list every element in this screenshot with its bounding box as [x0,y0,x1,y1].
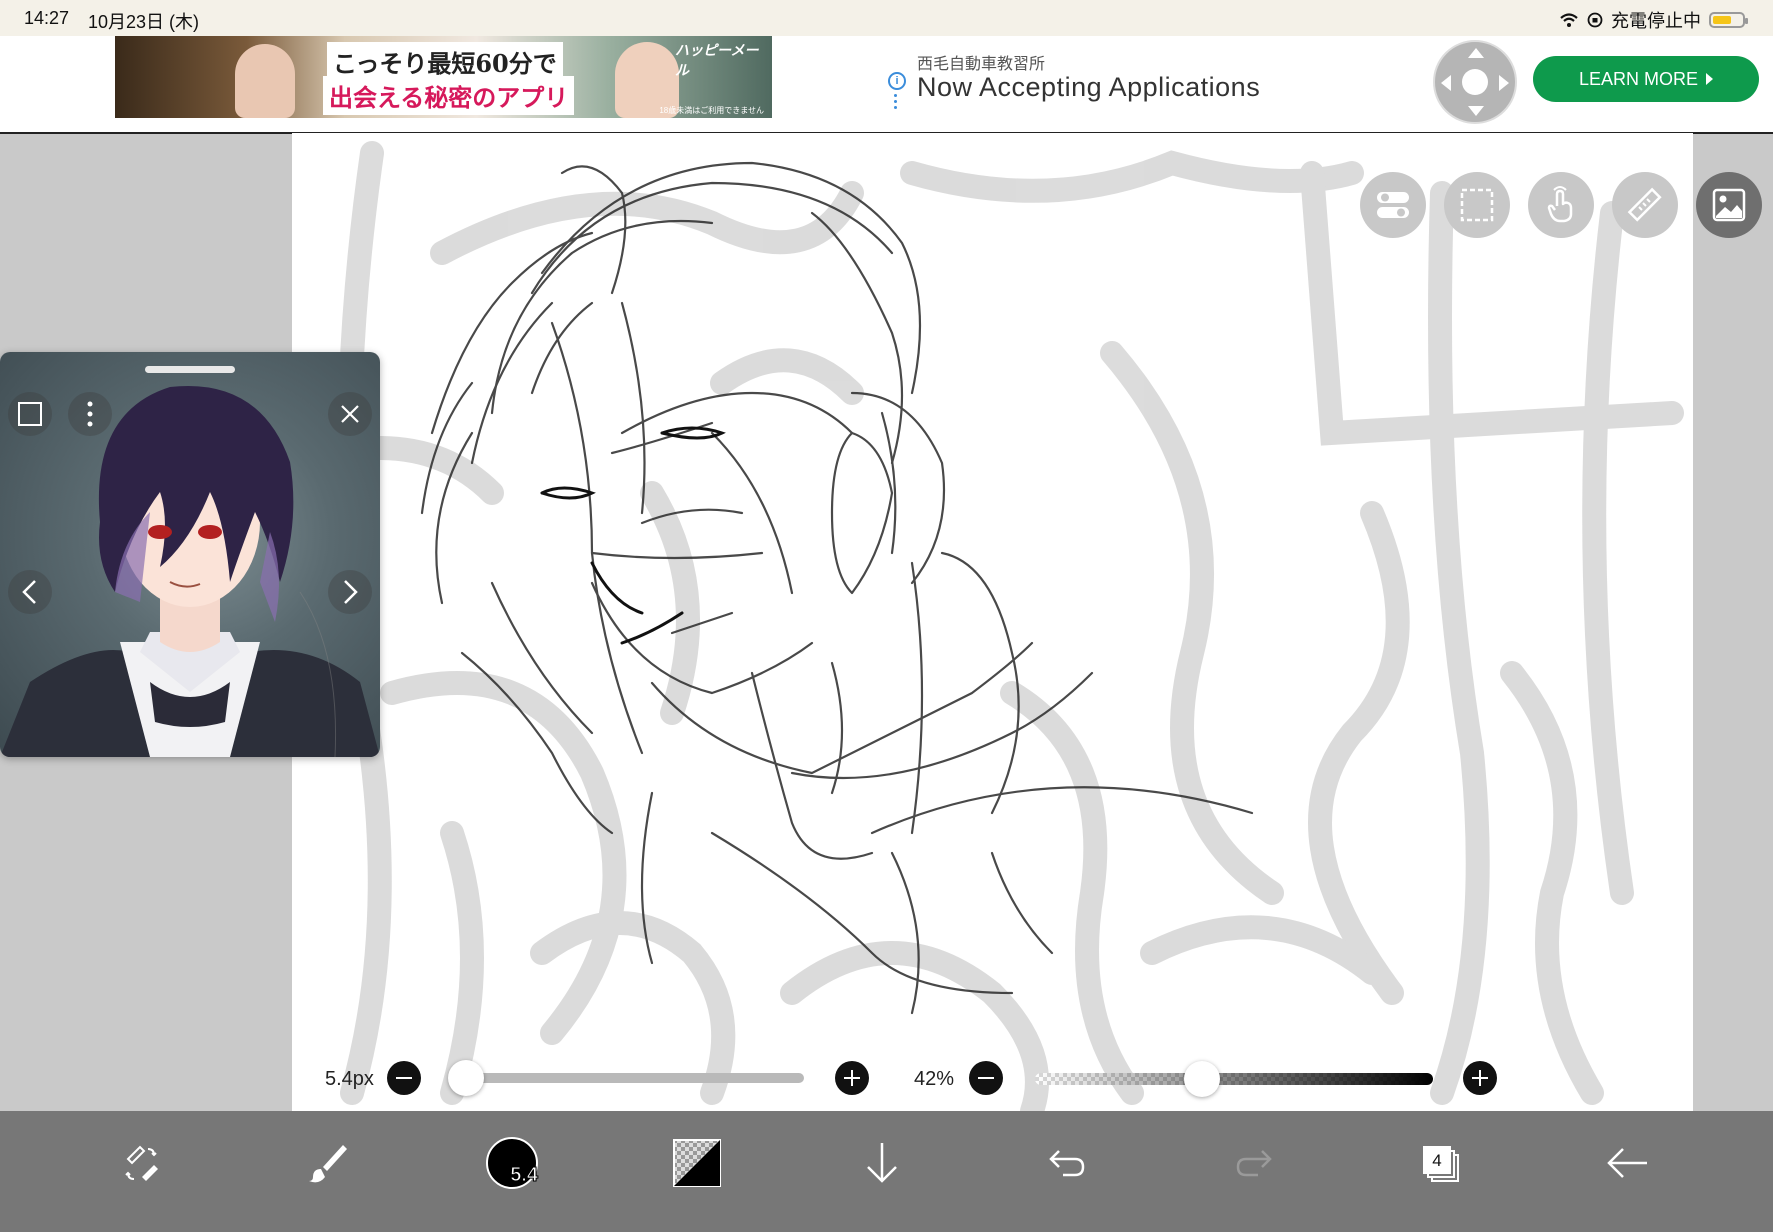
download-icon [867,1143,897,1183]
pen-eraser-swap-button[interactable] [110,1131,174,1195]
undo-icon [1049,1150,1085,1177]
opacity-label: 42% [914,1068,955,1090]
ad-photo-woman-1 [235,44,295,118]
opacity-slider[interactable] [1035,1073,1433,1085]
opacity-increase-button[interactable] [1463,1061,1497,1095]
opacity-decrease-button[interactable] [969,1061,1003,1095]
toggle-icon [1377,192,1409,218]
chevron-left-icon [22,580,36,604]
window-icon [18,402,42,426]
redo-icon [1236,1150,1272,1177]
wifi-icon [1560,13,1578,27]
download-button[interactable] [850,1131,914,1195]
more-icon [87,401,93,427]
ad-banner[interactable]: こっそり最短60分で 出会える秘密のアプリ ハッピーメール 18歳未満はご利用で… [0,36,1773,134]
selection-icon [1460,188,1494,222]
back-icon [1607,1148,1647,1178]
learn-more-label: LEARN MORE [1578,68,1699,89]
learn-more-button[interactable]: LEARN MORE [1533,56,1759,102]
brush-button[interactable] [295,1131,359,1195]
image-icon [1712,188,1746,222]
selection-button[interactable] [1444,172,1510,238]
ad-copy-line2: 出会える秘密のアプリ [323,76,575,115]
play-arrow-icon [1706,73,1714,85]
brush-size-button[interactable]: 5.4 [480,1131,544,1195]
previous-image-button[interactable] [8,570,52,614]
close-button[interactable] [328,392,372,436]
bottom-toolbar: 5.4 4 [0,1111,1773,1232]
dpad-icon[interactable] [1433,40,1517,124]
brush-size-decrease-button[interactable] [387,1061,421,1095]
color-icon [673,1139,721,1187]
reference-character-image [0,385,380,757]
ruler-button[interactable] [1612,172,1678,238]
back-button[interactable] [1595,1131,1659,1195]
ad-left-image[interactable]: こっそり最短60分で 出会える秘密のアプリ ハッピーメール 18歳未満はご利用で… [115,36,772,118]
pen-eraser-swap-icon [125,1145,158,1181]
ad-headline: Now Accepting Applications [917,72,1261,102]
brush-size-label: 5.4px [325,1068,374,1090]
toggle-button[interactable] [1360,172,1426,238]
reference-window[interactable] [0,352,380,757]
drawing-canvas[interactable] [292,133,1693,1111]
status-time: 14:27 [24,8,70,28]
color-button[interactable] [665,1131,729,1195]
ruler-icon [1627,187,1662,222]
chevron-right-icon [344,580,358,604]
reference-image-button[interactable] [1696,172,1762,238]
brush-size-badge: 5.4 [510,1164,539,1187]
window-mode-button[interactable] [8,392,52,436]
ad-brand: ハッピーメール [675,42,759,78]
redo-button[interactable] [1222,1131,1286,1195]
touch-icon [1547,186,1573,223]
ad-right[interactable]: i 西毛自動車教習所 Now Accepting Applications LE… [888,36,1773,118]
ad-sponsor: 西毛自動車教習所 [917,56,1046,73]
more-button[interactable] [68,392,112,436]
touch-button[interactable] [1528,172,1594,238]
window-drag-handle[interactable] [145,366,235,373]
ad-note: 18歳未満はご利用できません [659,106,764,115]
brush-size-preview: 5.4 [486,1137,538,1189]
brush-icon [309,1145,347,1183]
status-right: 充電停止中 [1559,7,1748,33]
undo-button[interactable] [1035,1131,1099,1195]
next-image-button[interactable] [328,570,372,614]
brush-size-thumb[interactable] [448,1060,484,1096]
battery-icon [1709,12,1748,28]
opacity-thumb[interactable] [1184,1061,1221,1097]
close-icon [341,405,359,423]
layers-button[interactable]: 4 [1408,1131,1472,1195]
charging-status: 充電停止中 [1611,11,1701,31]
sketch-artwork [320,141,1684,1111]
brush-size-increase-button[interactable] [835,1061,869,1095]
status-bar: 14:27 10月23日 (木) 充電停止中 [0,0,1773,36]
ad-more-icon[interactable] [894,94,897,112]
layers-icon: 4 [1423,1146,1459,1182]
layer-count: 4 [1423,1148,1451,1174]
status-date: 10月23日 (木) [88,12,200,32]
orientation-lock-icon [1587,12,1603,28]
brush-size-slider[interactable] [466,1073,804,1083]
ad-info-icon[interactable]: i [888,72,906,90]
